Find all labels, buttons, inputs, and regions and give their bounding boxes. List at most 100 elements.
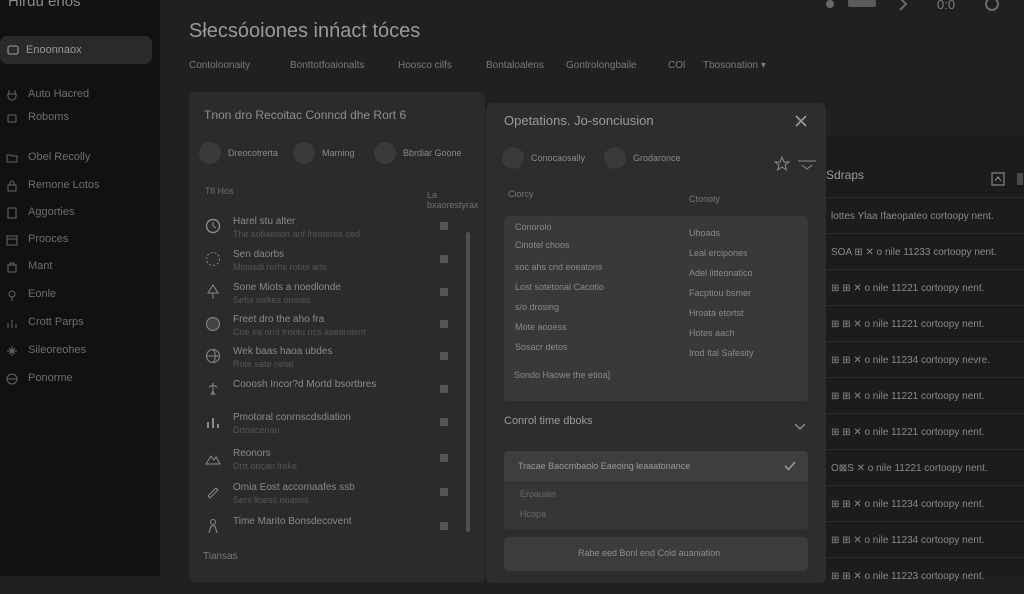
sidebar-item[interactable]: Remone Lotos [6,178,156,194]
sidebar-item[interactable]: Prooces [6,232,156,248]
activity-row[interactable]: ⊞ ⊞ ✕ o nile 11234 cortoopy nent. [826,521,1024,558]
option-item[interactable]: Hotes aach [689,328,735,338]
activity-row[interactable]: ⊞ ⊞ ✕ o nile 11221 cortoopy nent. [826,377,1024,414]
option-item[interactable]: Mote aooess [515,322,567,332]
list-item[interactable]: Cooosh Incor?d Mortd bsortbres [203,379,465,409]
tab[interactable]: Bonttotfoaionalts [290,60,365,71]
list-item[interactable]: Reonors Drrt oncan lroke [203,448,465,478]
sidebar-item-label: Remone Lotos [28,179,100,191]
folder-icon [6,152,18,164]
tab[interactable]: Contoloonaity [189,60,250,71]
row-checkbox[interactable] [440,454,448,462]
chevron-down-icon[interactable] [794,423,806,431]
list-item[interactable]: Time Marito Bonsdecovent [203,516,465,546]
star-icon[interactable] [774,156,818,172]
row-checkbox[interactable] [440,288,448,296]
row-checkbox[interactable] [440,352,448,360]
option-item[interactable]: Leal ercipones [689,248,748,258]
sidebar-item[interactable]: Roboms [6,110,156,126]
sidebar-item[interactable]: Eonle [6,287,156,303]
option-item[interactable]: Cinotel choos [515,240,570,250]
sidebar-item[interactable]: Mant [6,259,156,275]
expand-icon[interactable] [991,172,1024,186]
row-checkbox[interactable] [440,385,448,393]
option-item[interactable]: soc ahs cnd eoeatons [515,262,603,272]
check-icon [784,461,796,471]
activity-row-text: lottes Ylaa Ifaeopateo cortoopy nent. [831,211,994,222]
activity-row[interactable]: ⊞ ⊞ ✕ o nile 11221 cortoopy nent. [826,413,1024,450]
selected-option[interactable]: Tracae Baocmbaolo Eaeoing leaaatonance [504,451,808,481]
section-title[interactable]: Conrol time dboks [504,415,593,427]
calendar-icon [6,234,18,246]
gauge-icon [205,251,221,267]
activity-row[interactable]: ⊞ ⊞ ✕ o nile 11221 cortoopy nent. [826,305,1024,342]
chevron-down-icon: ▾ [760,60,766,71]
list-item[interactable]: Wek baas haoa ubdes Rote sate neiat [203,346,465,376]
row-checkbox[interactable] [440,418,448,426]
scrollbar[interactable] [466,232,470,532]
list-item[interactable]: Omia Eost accomaafes ssb Sers lloess ooa… [203,482,465,512]
activity-row-text: ⊞ ⊞ ✕ o nile 11223 cortoopy nent. [831,571,985,582]
sidebar-item[interactable]: Aggorties [6,205,156,221]
list-item-subtitle: Sers lloess ooasns [233,495,309,505]
sidebar-dashboard-button[interactable]: Enoonnaox [0,36,152,64]
activity-row[interactable]: SOA ⊞ ✕ o nile 11233 cortoopy nent. [826,233,1024,270]
sidebar-item[interactable]: Auto Hacred [6,87,156,103]
list-item[interactable]: Freet dro the aho fra Coe ea ornl trootu… [203,314,465,344]
sidebar: Hirdu enos Enoonnaox Auto Hacred Roboms … [0,0,160,576]
activity-row[interactable]: ⊞ ⊞ ✕ o nile 11234 cortoopy nevre. [826,341,1024,378]
activity-row[interactable]: ⊞ ⊞ ✕ o nile 11221 cortoopy nent. [826,269,1024,306]
option-item[interactable]: Uhoads [689,228,720,238]
sidebar-item[interactable]: Crott Parps [6,315,156,331]
activity-row[interactable]: ⊞ ⊞ ✕ o nile 11234 cortoopy nent. [826,485,1024,522]
list-item[interactable]: Pmotoral conrnscdsdiation Drtoacenan [203,412,465,442]
close-icon[interactable] [794,114,808,128]
tab[interactable]: Hoosco cilfs [398,60,452,71]
sidebar-item-label: Mant [28,260,53,272]
option-item[interactable]: Irod Ital Safesity [689,348,754,358]
row-checkbox[interactable] [440,522,448,530]
row-checkbox[interactable] [440,488,448,496]
option-item[interactable]: Adel litteonatico [689,268,753,278]
sidebar-item-label: Crott Parps [28,316,84,328]
option-item[interactable]: Sosacr detos [515,342,568,352]
options-modal: Opetations. Jo-sonciusion Conocaosally G… [486,103,826,583]
apply-button[interactable]: Rabe eed Bonl end Coid auaniation [504,537,808,571]
panel-footer-link[interactable]: Tiansas [203,551,238,562]
tab[interactable]: Bontaloalens [486,60,544,71]
row-checkbox[interactable] [440,320,448,328]
sidebar-item[interactable]: Ponorme [6,371,156,387]
sidebar-item[interactable]: Obel Recolly [6,150,156,166]
tab-dropdown[interactable]: Tbosonation ▾ [703,60,766,71]
activity-row-text: ⊞ ⊞ ✕ o nile 11221 cortoopy nent. [831,319,985,330]
list-item[interactable]: Sen daorbs Mioosdi rorhs rotas arls [203,249,465,279]
sub-option[interactable]: Hcopa [520,509,546,519]
row-checkbox[interactable] [440,255,448,263]
list-item[interactable]: Sone Miots a noedlonde Sefst rorkes omne… [203,282,465,312]
sub-option-label: Hcopa [520,509,547,519]
activity-row[interactable]: lottes Ylaa Ifaeopateo cortoopy nent. [826,197,1024,234]
list-item-title: Time Marito Bonsdecovent [233,516,352,527]
option-item[interactable]: Hroata etortst [689,308,744,318]
home-icon [6,43,20,57]
sidebar-item-label: Ponorme [28,372,73,384]
list-item[interactable]: Harel stu alter The sotlaenon anf lreote… [203,216,465,246]
row-checkbox[interactable] [440,222,448,230]
person-icon [205,518,221,534]
panel-title: Sdraps [826,168,865,182]
option-item[interactable]: Lost sotetonal Cacotio [515,282,604,292]
option-item[interactable]: s/o drosing [515,302,559,312]
activity-row[interactable]: O⊠S ✕ o nile 11221 cortoopy nent. [826,449,1024,486]
sidebar-item[interactable]: Sileoreohes [6,343,156,359]
tab[interactable]: COl [668,60,685,71]
option-item[interactable]: Conorolo [515,222,552,232]
option-item[interactable]: Facptiou bsmer [689,288,751,298]
list-item-subtitle: Drtoacenan [233,425,280,435]
activity-row-text: ⊞ ⊞ ✕ o nile 11221 cortoopy nent. [831,427,985,438]
mountain-icon [205,450,221,466]
paint-icon [205,484,221,500]
sub-option[interactable]: Eroauain [520,489,556,499]
sidebar-item-label: Roboms [28,111,69,123]
tab[interactable]: Gontrolongbaile [566,60,637,71]
options-summary-link[interactable]: Sondo Haowe the etioa] [514,370,610,380]
